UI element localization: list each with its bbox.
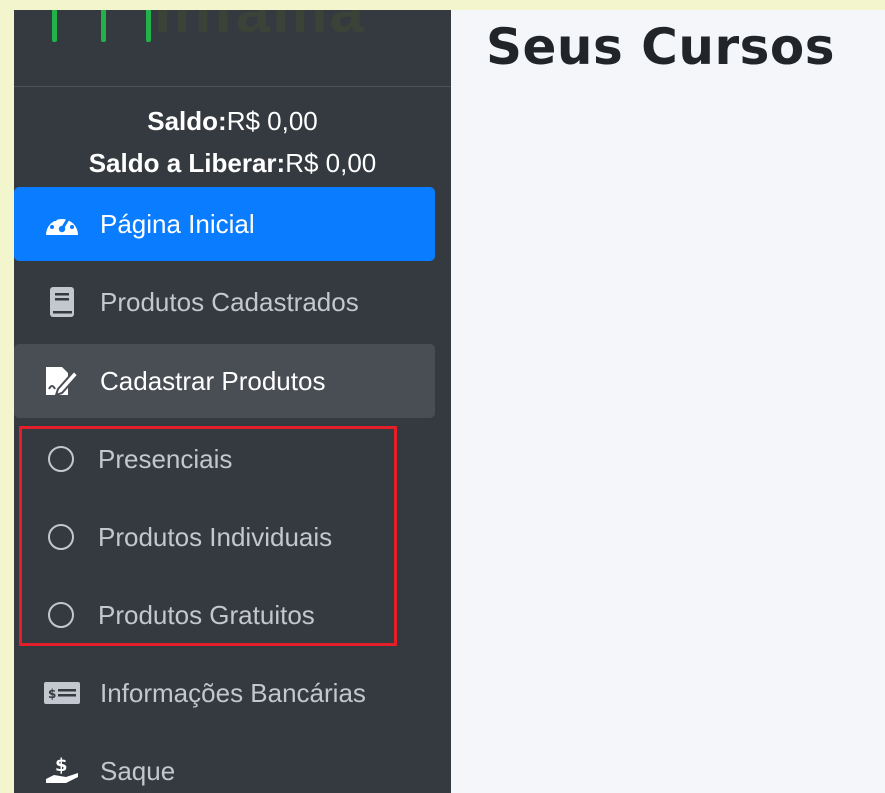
money-check-icon: $ — [44, 675, 80, 711]
edit-document-icon — [44, 363, 80, 399]
svg-text:$: $ — [55, 755, 68, 776]
nav-item-informacoes-bancarias[interactable]: $ Informações Bancárias — [14, 656, 435, 730]
nav-item-produtos-cadastrados[interactable]: Produtos Cadastrados — [14, 265, 435, 339]
nav-label: Informações Bancárias — [100, 677, 366, 708]
nav-item-pagina-inicial[interactable]: Página Inicial — [14, 187, 435, 261]
logo-mark — [52, 10, 57, 42]
logo-text: Infama — [154, 10, 366, 46]
sub-item-label: Produtos Individuais — [98, 521, 333, 552]
nav-item-cadastrar-produtos[interactable]: Cadastrar Produtos — [14, 344, 435, 418]
nav-label: Produtos Cadastrados — [100, 286, 359, 317]
book-icon — [44, 284, 80, 320]
saldo-liberar-value: R$ 0,00 — [285, 148, 377, 178]
circle-icon — [48, 524, 74, 550]
sub-item-label: Produtos Gratuitos — [98, 599, 315, 630]
circle-icon — [48, 446, 74, 472]
logo-mark — [101, 10, 106, 42]
nav-label: Página Inicial — [100, 208, 255, 239]
balance-line: Saldo:R$ 0,00 — [14, 106, 451, 137]
saldo-liberar-label: Saldo a Liberar: — [88, 148, 286, 178]
nav-label: Cadastrar Produtos — [100, 365, 326, 396]
tachometer-icon — [44, 206, 80, 242]
pending-balance-line: Saldo a Liberar:R$ 0,00 — [14, 148, 451, 179]
sub-item-produtos-individuais[interactable]: Produtos Individuais — [14, 500, 435, 574]
saldo-label: Saldo: — [147, 106, 227, 136]
brand-logo[interactable]: Infama — [14, 10, 451, 87]
page-title: Seus Cursos — [486, 18, 836, 76]
nav-label: Saque — [100, 755, 176, 786]
saldo-value: R$ 0,00 — [226, 106, 318, 136]
nav-item-saque[interactable]: $ Saque — [14, 734, 435, 793]
logo-mark — [146, 10, 151, 42]
svg-text:$: $ — [48, 687, 56, 701]
app-frame: Infama Saldo:R$ 0,00 Saldo a Liberar:R$ … — [14, 10, 885, 793]
sub-item-label: Presenciais — [98, 443, 233, 474]
sub-item-produtos-gratuitos[interactable]: Produtos Gratuitos — [14, 578, 435, 652]
sub-item-presenciais[interactable]: Presenciais — [14, 422, 435, 496]
sidebar: Infama Saldo:R$ 0,00 Saldo a Liberar:R$ … — [14, 10, 451, 793]
hand-dollar-icon: $ — [44, 753, 80, 789]
circle-icon — [48, 602, 74, 628]
